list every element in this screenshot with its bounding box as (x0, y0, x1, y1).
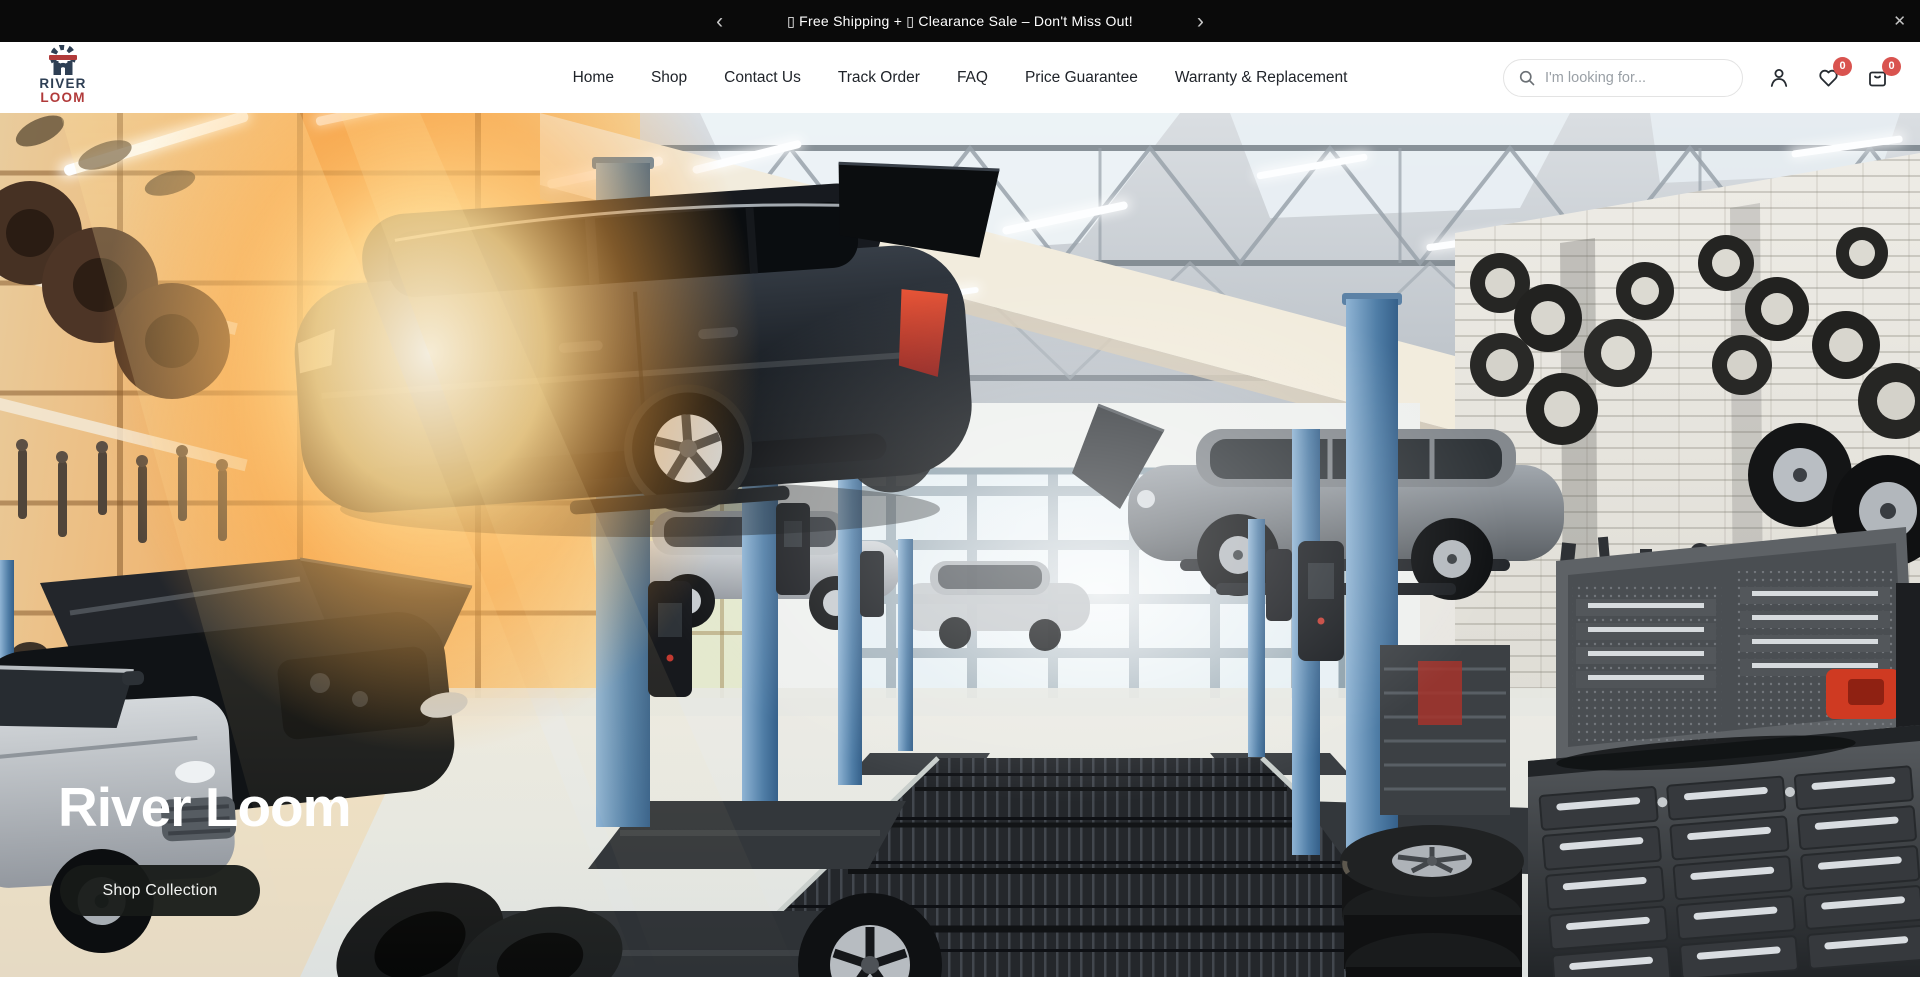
search-input[interactable] (1545, 70, 1728, 86)
logo-text-loom: LOOM (30, 91, 96, 105)
nav-faq[interactable]: FAQ (957, 69, 988, 87)
announcement-close-button[interactable]: ✕ (1893, 12, 1906, 30)
search-bar[interactable] (1503, 59, 1743, 97)
hero-title: River Loom (58, 775, 351, 839)
nav-warranty-replacement[interactable]: Warranty & Replacement (1175, 69, 1348, 87)
header-controls: 0 0 (1503, 42, 1890, 113)
cart-button[interactable]: 0 (1864, 65, 1890, 91)
logo-text-river: RIVER (30, 77, 96, 91)
nav-price-guarantee[interactable]: Price Guarantee (1025, 69, 1138, 87)
site-header: RIVER LOOM Home Shop Contact Us Track Or… (0, 42, 1920, 113)
search-icon (1518, 69, 1536, 87)
stacked-tires (1340, 825, 1524, 977)
nav-shop[interactable]: Shop (651, 69, 687, 87)
announcement-bar: ‹ ▯ Free Shipping + ▯ Clearance Sale – D… (0, 0, 1920, 42)
announcement-message: ▯ Free Shipping + ▯ Clearance Sale – Don… (787, 13, 1133, 30)
gear-logo-icon (44, 45, 82, 77)
cart-count-badge: 0 (1882, 57, 1901, 76)
announcement-next-button[interactable]: › (1191, 11, 1210, 32)
main-nav: Home Shop Contact Us Track Order FAQ Pri… (573, 42, 1348, 113)
nav-track-order[interactable]: Track Order (838, 69, 920, 87)
logo[interactable]: RIVER LOOM (30, 45, 96, 105)
nav-home[interactable]: Home (573, 69, 614, 87)
announcement-prev-button[interactable]: ‹ (710, 11, 729, 32)
shop-collection-button[interactable]: Shop Collection (60, 865, 260, 916)
account-button[interactable] (1766, 65, 1792, 91)
wishlist-button[interactable]: 0 (1815, 65, 1841, 91)
hero-image (0, 113, 1920, 977)
user-icon (1767, 66, 1791, 90)
nav-contact-us[interactable]: Contact Us (724, 69, 801, 87)
hero-section: River Loom Shop Collection (0, 113, 1920, 977)
wishlist-count-badge: 0 (1833, 57, 1852, 76)
